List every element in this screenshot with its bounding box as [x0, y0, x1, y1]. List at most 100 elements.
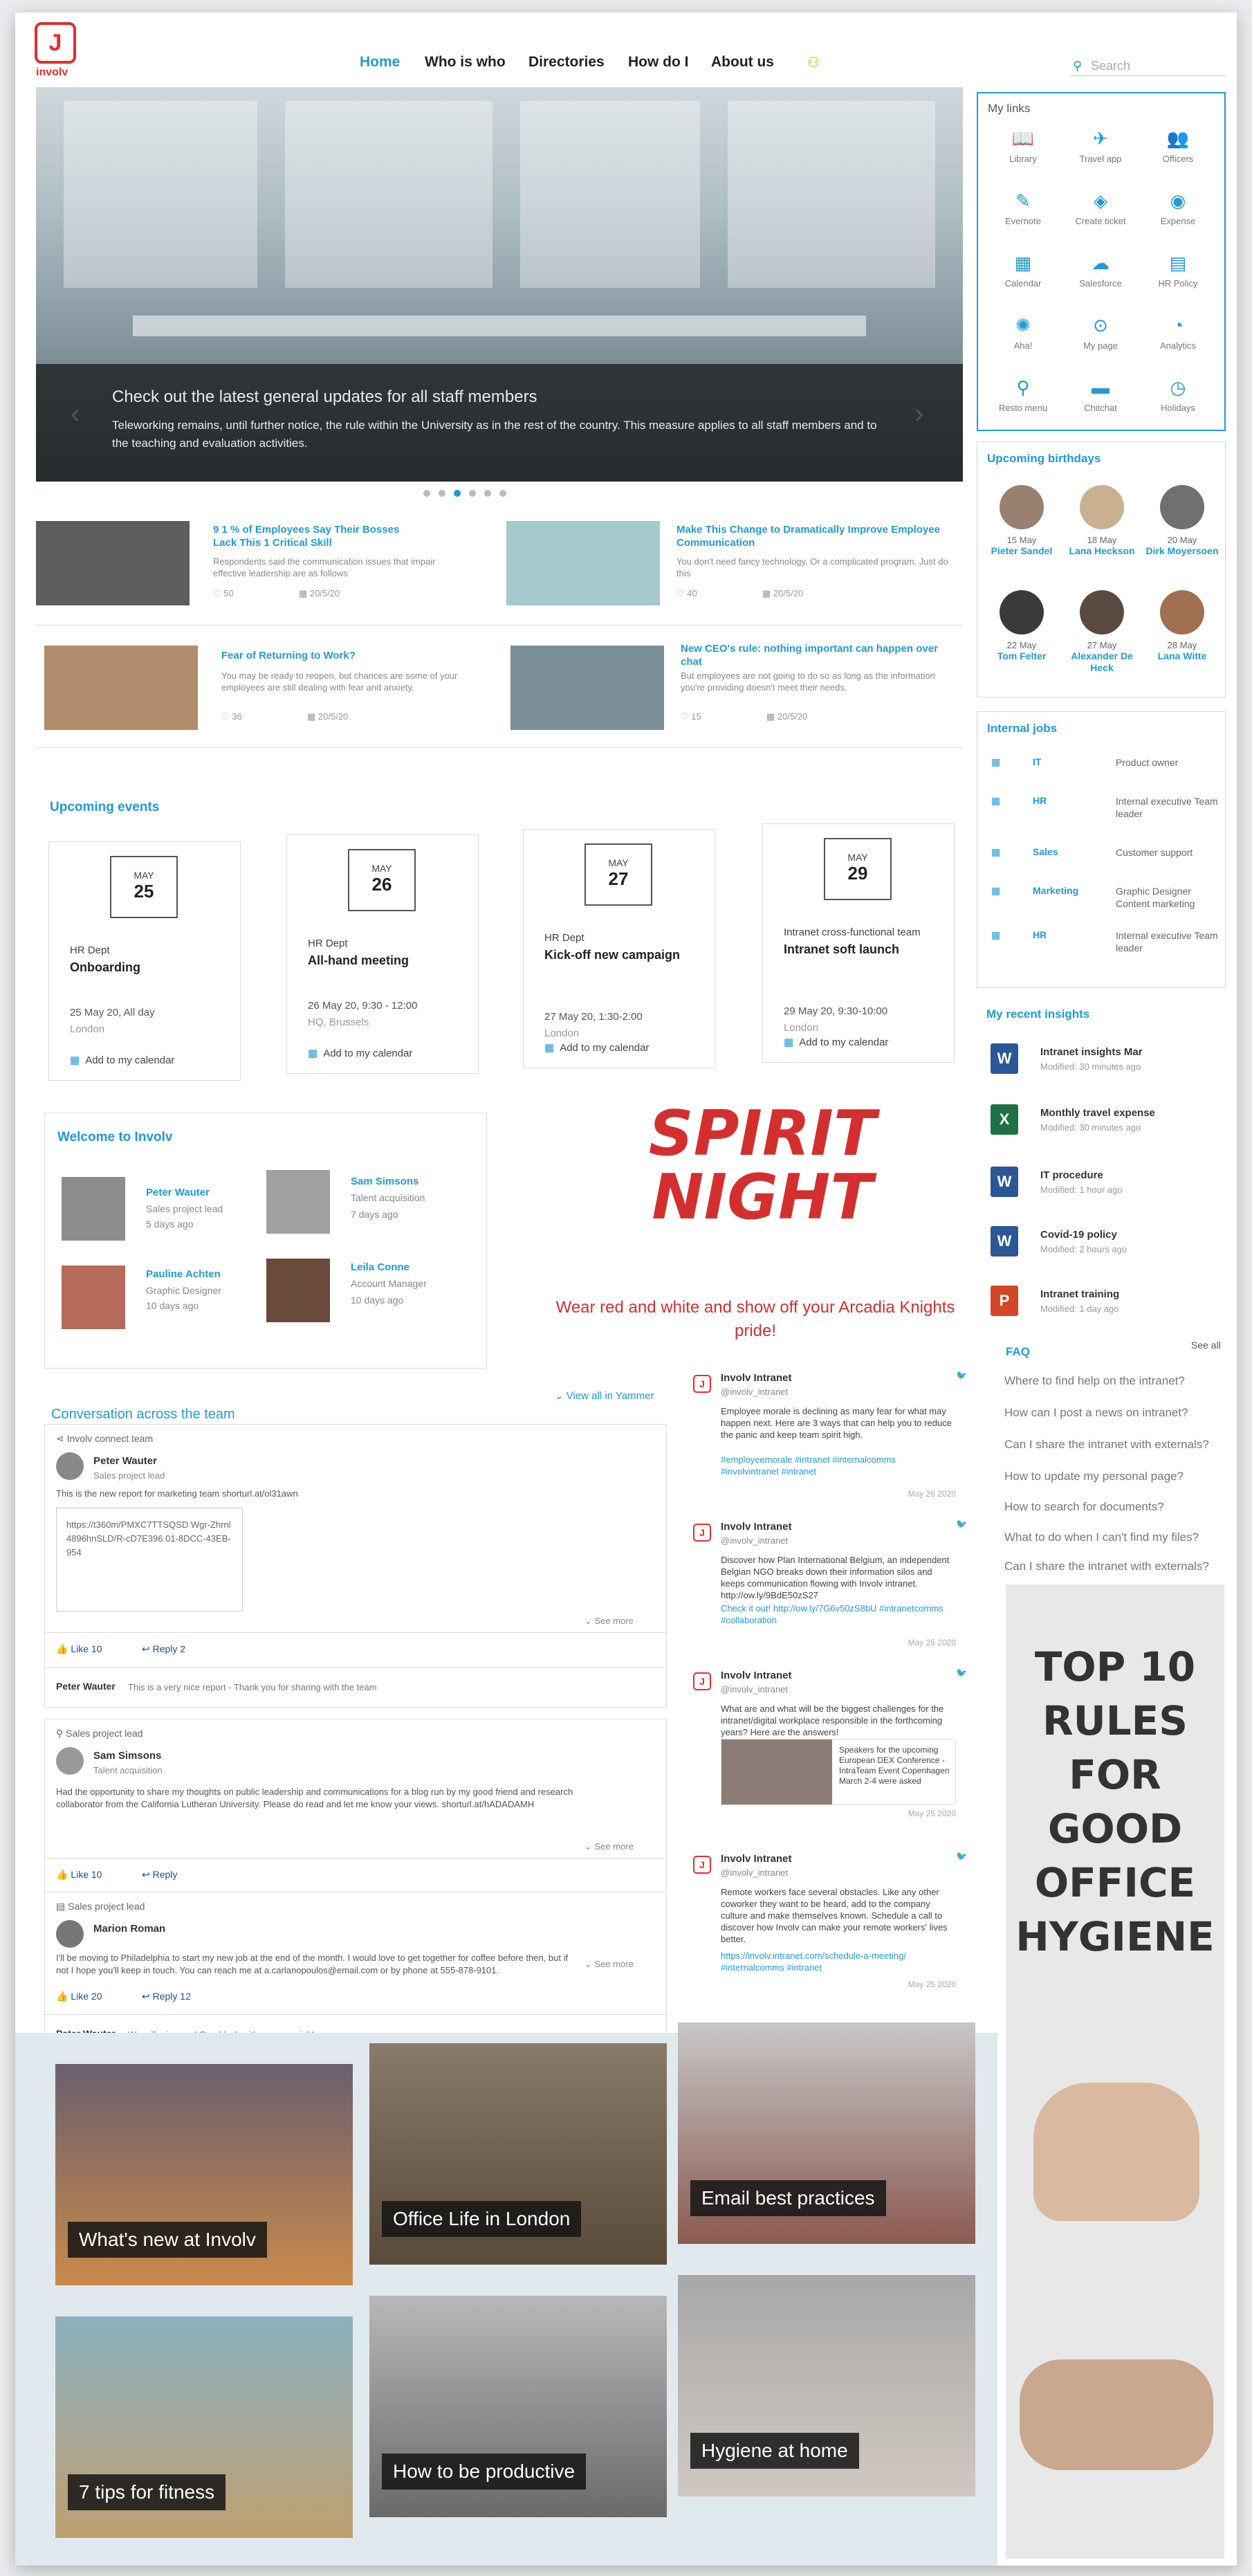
reply-button[interactable]: ↩ Reply	[142, 1869, 177, 1881]
carousel-dot[interactable]	[423, 490, 430, 497]
post-attachment[interactable]: https://t360m/PMXC7TTSQSD Wgr-Zhrnl4896h…	[56, 1508, 243, 1611]
twitter-icon[interactable]: 🐦	[956, 1369, 967, 1381]
tweet-tags[interactable]: Check it out! http://ow.ly/7G6v50zS8bU #…	[721, 1602, 956, 1626]
event-card[interactable]: MAY 25 HR Dept Onboarding 25 May 20, All …	[48, 841, 241, 1081]
news-likes[interactable]: ♡ 50	[213, 588, 234, 599]
event-card[interactable]: MAY 26 HR Dept All-hand meeting 26 May 20…	[286, 834, 479, 1074]
birthday-item[interactable]: 27 May Alexander De Heck	[1063, 590, 1141, 674]
post-author[interactable]: Peter Wauter	[93, 1455, 157, 1467]
person-name[interactable]: Pauline Achten	[146, 1268, 221, 1280]
avatar[interactable]	[266, 1170, 330, 1234]
nav-home[interactable]: Home	[360, 54, 400, 71]
add-to-calendar-button[interactable]: ▦ Add to my calendar	[70, 1054, 174, 1066]
news-likes[interactable]: ♡ 40	[676, 588, 697, 599]
link-travel-app[interactable]: ✈ Travel app	[1062, 128, 1139, 164]
post-author[interactable]: Marion Roman	[93, 1923, 165, 1935]
avatar[interactable]	[62, 1266, 125, 1329]
like-button[interactable]: 👍 Like 10	[56, 1869, 102, 1881]
faq-question[interactable]: Where to find help on the intranet?	[1004, 1374, 1185, 1388]
faq-question[interactable]: How can I post a news on intranet?	[1004, 1406, 1188, 1420]
link-library[interactable]: 📖 Library	[985, 128, 1061, 164]
news-image[interactable]	[44, 646, 198, 730]
add-to-calendar-button[interactable]: ▦ Add to my calendar	[544, 1041, 649, 1054]
link-salesforce[interactable]: ☁ Salesforce	[1062, 253, 1139, 289]
link-aha[interactable]: ✺ Aha!	[985, 315, 1061, 351]
tweet-tags[interactable]: https://involv.intranet.com/schedule-a-m…	[721, 1950, 956, 1973]
twitter-icon[interactable]: 🐦	[956, 1667, 967, 1679]
faq-question[interactable]: How to search for documents?	[1004, 1500, 1164, 1514]
event-card[interactable]: MAY 29 Intranet cross-functional team Int…	[762, 823, 955, 1063]
carousel-dot-active[interactable]	[454, 490, 461, 497]
faq-question[interactable]: Can I share the intranet with externals?	[1004, 1560, 1209, 1573]
birthday-item[interactable]: 22 May Tom Felter	[983, 590, 1060, 662]
event-title[interactable]: Intranet soft launch	[784, 942, 943, 957]
carousel-dot[interactable]	[439, 490, 445, 497]
link-officers[interactable]: 👥 Officers	[1140, 128, 1216, 164]
faq-question[interactable]: How to update my personal page?	[1004, 1470, 1184, 1483]
see-more-button[interactable]: ⌄ See more	[584, 1959, 634, 1970]
link-evernote[interactable]: ✎ Evernote	[985, 190, 1061, 226]
news-image[interactable]	[506, 521, 660, 605]
person-name[interactable]: Peter Wauter	[146, 1187, 210, 1198]
hero-carousel[interactable]: ‹ › Check out the latest general updates…	[36, 87, 963, 482]
news-image[interactable]	[510, 646, 664, 730]
avatar[interactable]	[266, 1259, 330, 1322]
birthday-item[interactable]: 15 May Pieter Sandel	[983, 485, 1060, 557]
search-input[interactable]: ⚲ Search	[1070, 55, 1226, 76]
tweet[interactable]: J Involv Intranet @involv_intranet 🐦 Emp…	[693, 1369, 970, 1517]
tweet[interactable]: J Involv Intranet @involv_intranet 🐦 Wha…	[693, 1667, 970, 1822]
user-add-icon[interactable]: ⚇	[807, 54, 820, 71]
link-holidays[interactable]: ◷ Holidays	[1140, 377, 1216, 413]
carousel-dot[interactable]	[469, 490, 476, 497]
post-group[interactable]: ⋖ Involv connect team	[56, 1433, 153, 1445]
avatar[interactable]	[62, 1177, 125, 1241]
nav-who-is-who[interactable]: Who is who	[425, 54, 506, 71]
tweet-author[interactable]: Involv Intranet	[721, 1670, 792, 1681]
link-my-page[interactable]: ⊙ My page	[1062, 315, 1139, 351]
add-to-calendar-button[interactable]: ▦ Add to my calendar	[784, 1036, 888, 1048]
link-expense[interactable]: ◉ Expense	[1140, 190, 1216, 226]
news-likes[interactable]: ♡ 36	[221, 711, 242, 722]
hygiene-poster[interactable]: TOP 10 RULES FOR GOOD OFFICE HYGIENE	[1006, 1584, 1224, 2559]
nav-about-us[interactable]: About us	[711, 54, 774, 71]
reply-button[interactable]: ↩ Reply 12	[142, 1991, 191, 2002]
post-group[interactable]: ⚲ Sales project lead	[56, 1728, 142, 1739]
faq-see-all-link[interactable]: See all	[1191, 1340, 1221, 1351]
tweet-author[interactable]: Involv Intranet	[721, 1521, 792, 1533]
person-name[interactable]: Sam Simsons	[351, 1176, 418, 1187]
tile-hygiene[interactable]: Hygiene at home	[678, 2275, 975, 2496]
person-name[interactable]: Leila Conne	[351, 1261, 409, 1273]
carousel-dot[interactable]	[484, 490, 491, 497]
link-calendar[interactable]: ▦ Calendar	[985, 253, 1061, 289]
event-title[interactable]: Onboarding	[70, 960, 229, 975]
spirit-night-banner[interactable]: SPIRIT NIGHT	[638, 1102, 887, 1230]
tile-productive[interactable]: How to be productive	[369, 2296, 667, 2517]
tweet-tags[interactable]: #employeemorale #intranet #internalcomms…	[721, 1454, 956, 1477]
comment-author[interactable]: Peter Wauter	[56, 1681, 116, 1692]
nav-how-do-i[interactable]: How do I	[628, 54, 689, 71]
link-create-ticket[interactable]: ◈ Create ticket	[1062, 190, 1139, 226]
twitter-icon[interactable]: 🐦	[956, 1850, 967, 1862]
link-analytics[interactable]: ◔ Analytics	[1140, 315, 1216, 351]
involv-logo[interactable]: J	[35, 22, 76, 64]
see-more-button[interactable]: ⌄ See more	[584, 1841, 634, 1852]
news-title[interactable]: Fear of Returning to Work?	[221, 649, 429, 662]
link-hr-policy[interactable]: ▤ HR Policy	[1140, 253, 1216, 289]
avatar[interactable]	[56, 1452, 84, 1480]
birthday-item[interactable]: 20 May Dirk Moyersoen	[1143, 485, 1221, 557]
tile-office-life[interactable]: Office Life in London	[369, 2043, 667, 2265]
avatar[interactable]	[56, 1747, 84, 1775]
twitter-icon[interactable]: 🐦	[956, 1518, 967, 1530]
birthday-item[interactable]: 18 May Lana Heckson	[1063, 485, 1141, 557]
tweet[interactable]: J Involv Intranet @involv_intranet 🐦 Rem…	[693, 1850, 970, 1991]
tweet-author[interactable]: Involv Intranet	[721, 1372, 792, 1384]
event-card[interactable]: MAY 27 HR Dept Kick-off new campaign 27 M…	[523, 829, 715, 1068]
link-chitchat[interactable]: ▬ Chitchat	[1062, 377, 1139, 413]
avatar[interactable]	[56, 1920, 84, 1948]
tweet-card[interactable]: Speakers for the upcoming European DEX C…	[721, 1739, 956, 1805]
tweet-author[interactable]: Involv Intranet	[721, 1853, 792, 1865]
reply-button[interactable]: ↩ Reply 2	[142, 1643, 185, 1655]
see-more-button[interactable]: ⌄ See more	[584, 1616, 634, 1627]
carousel-dot[interactable]	[499, 490, 506, 497]
tweet[interactable]: J Involv Intranet @involv_intranet 🐦 Dis…	[693, 1518, 970, 1659]
